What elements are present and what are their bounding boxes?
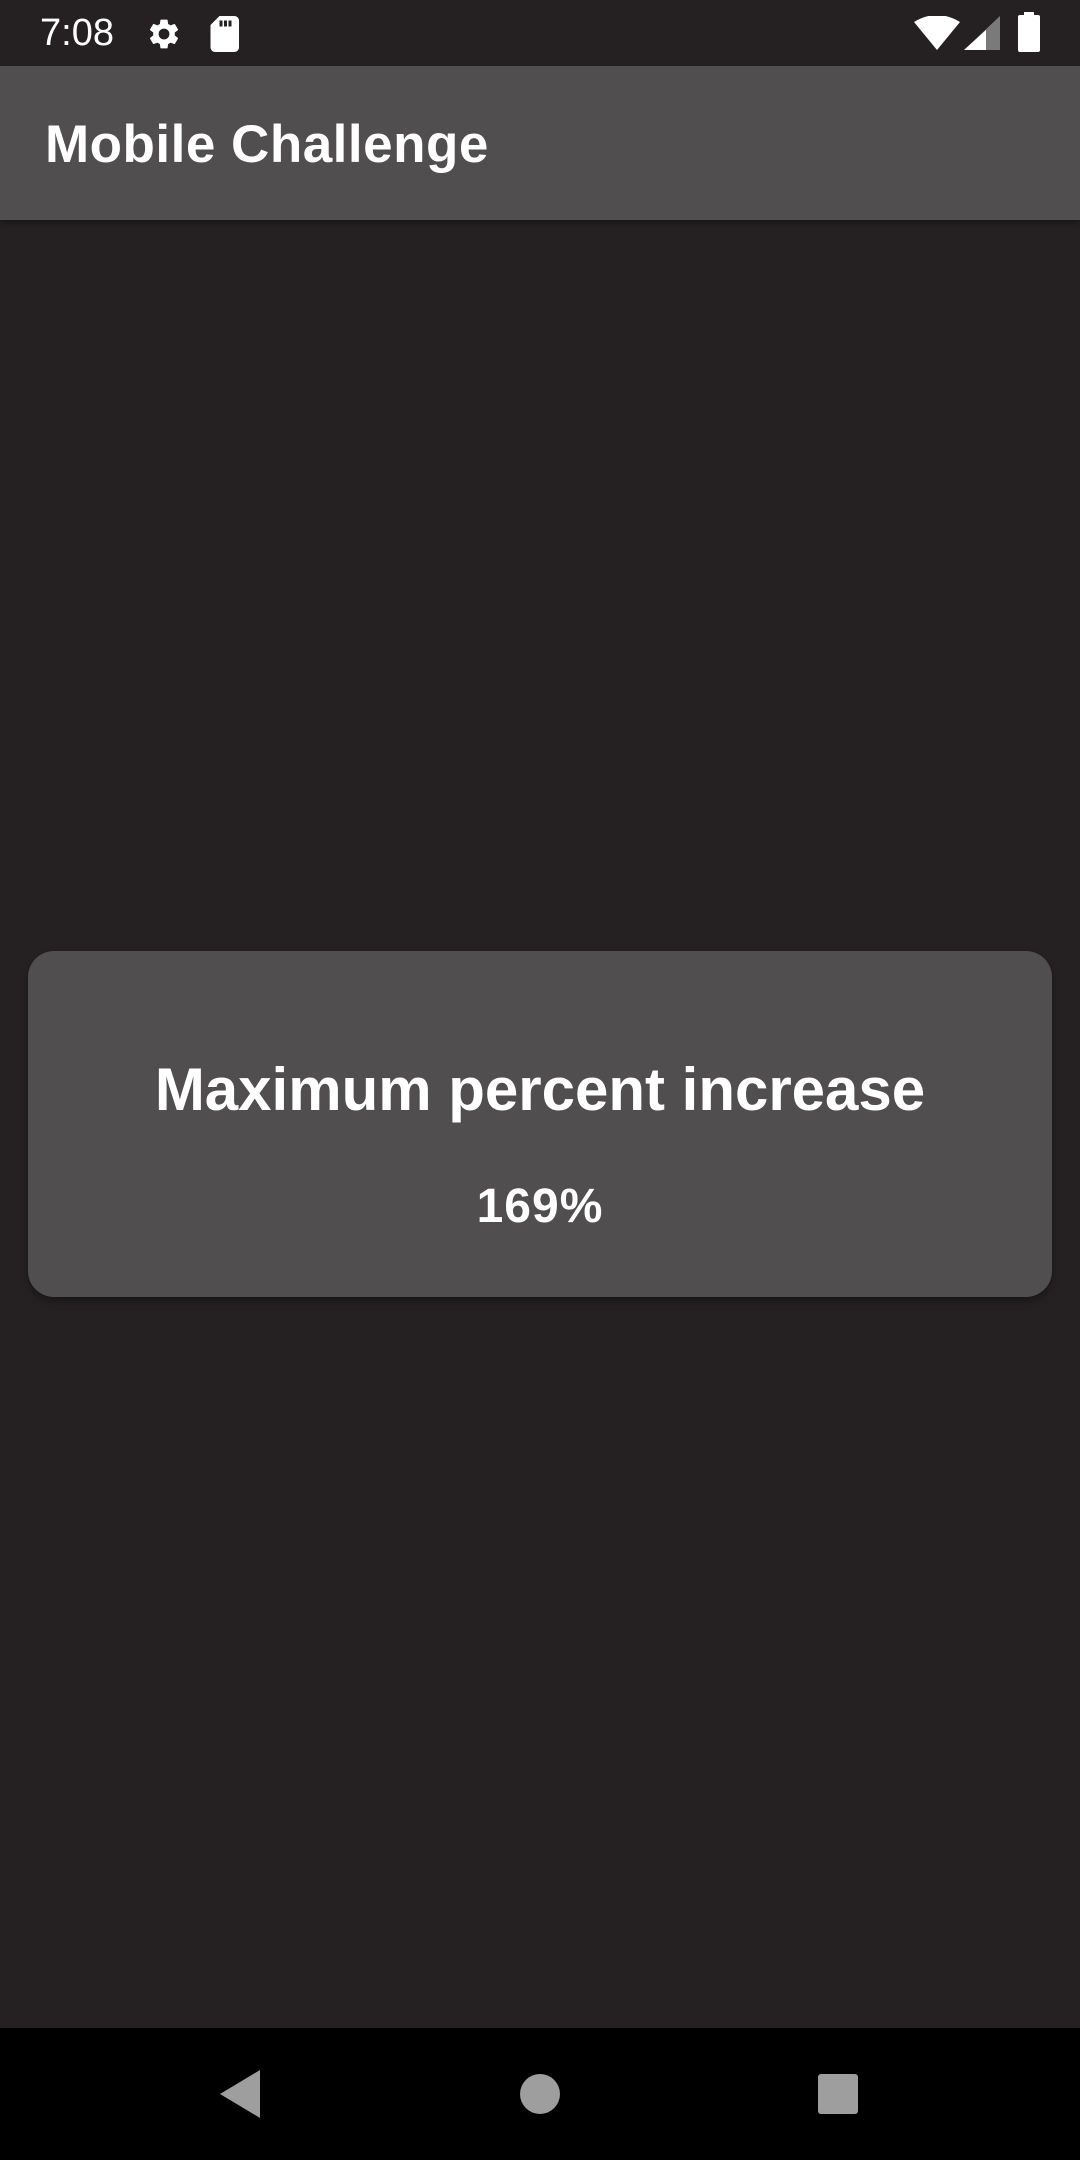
stat-card: Maximum percent increase 169% — [28, 951, 1052, 1297]
status-bar: 7:08 — [0, 0, 1080, 66]
cell-signal-icon — [964, 16, 1000, 50]
back-icon[interactable] — [208, 2062, 272, 2126]
status-time: 7:08 — [40, 12, 114, 54]
wifi-icon — [914, 16, 960, 50]
app-title: Mobile Challenge — [45, 115, 489, 174]
home-icon[interactable] — [508, 2062, 572, 2126]
app-bar: Mobile Challenge — [0, 66, 1080, 220]
stat-card-value: 169% — [476, 1180, 604, 1233]
battery-icon — [1018, 12, 1040, 52]
recents-icon[interactable] — [806, 2062, 870, 2126]
screen: 7:08 Mobile Challenge Maximum percent in… — [0, 0, 1080, 2160]
sd-card-icon — [210, 16, 239, 52]
stat-card-title: Maximum percent increase — [154, 1056, 926, 1123]
gear-icon — [149, 19, 179, 49]
navigation-bar — [0, 2028, 1080, 2160]
